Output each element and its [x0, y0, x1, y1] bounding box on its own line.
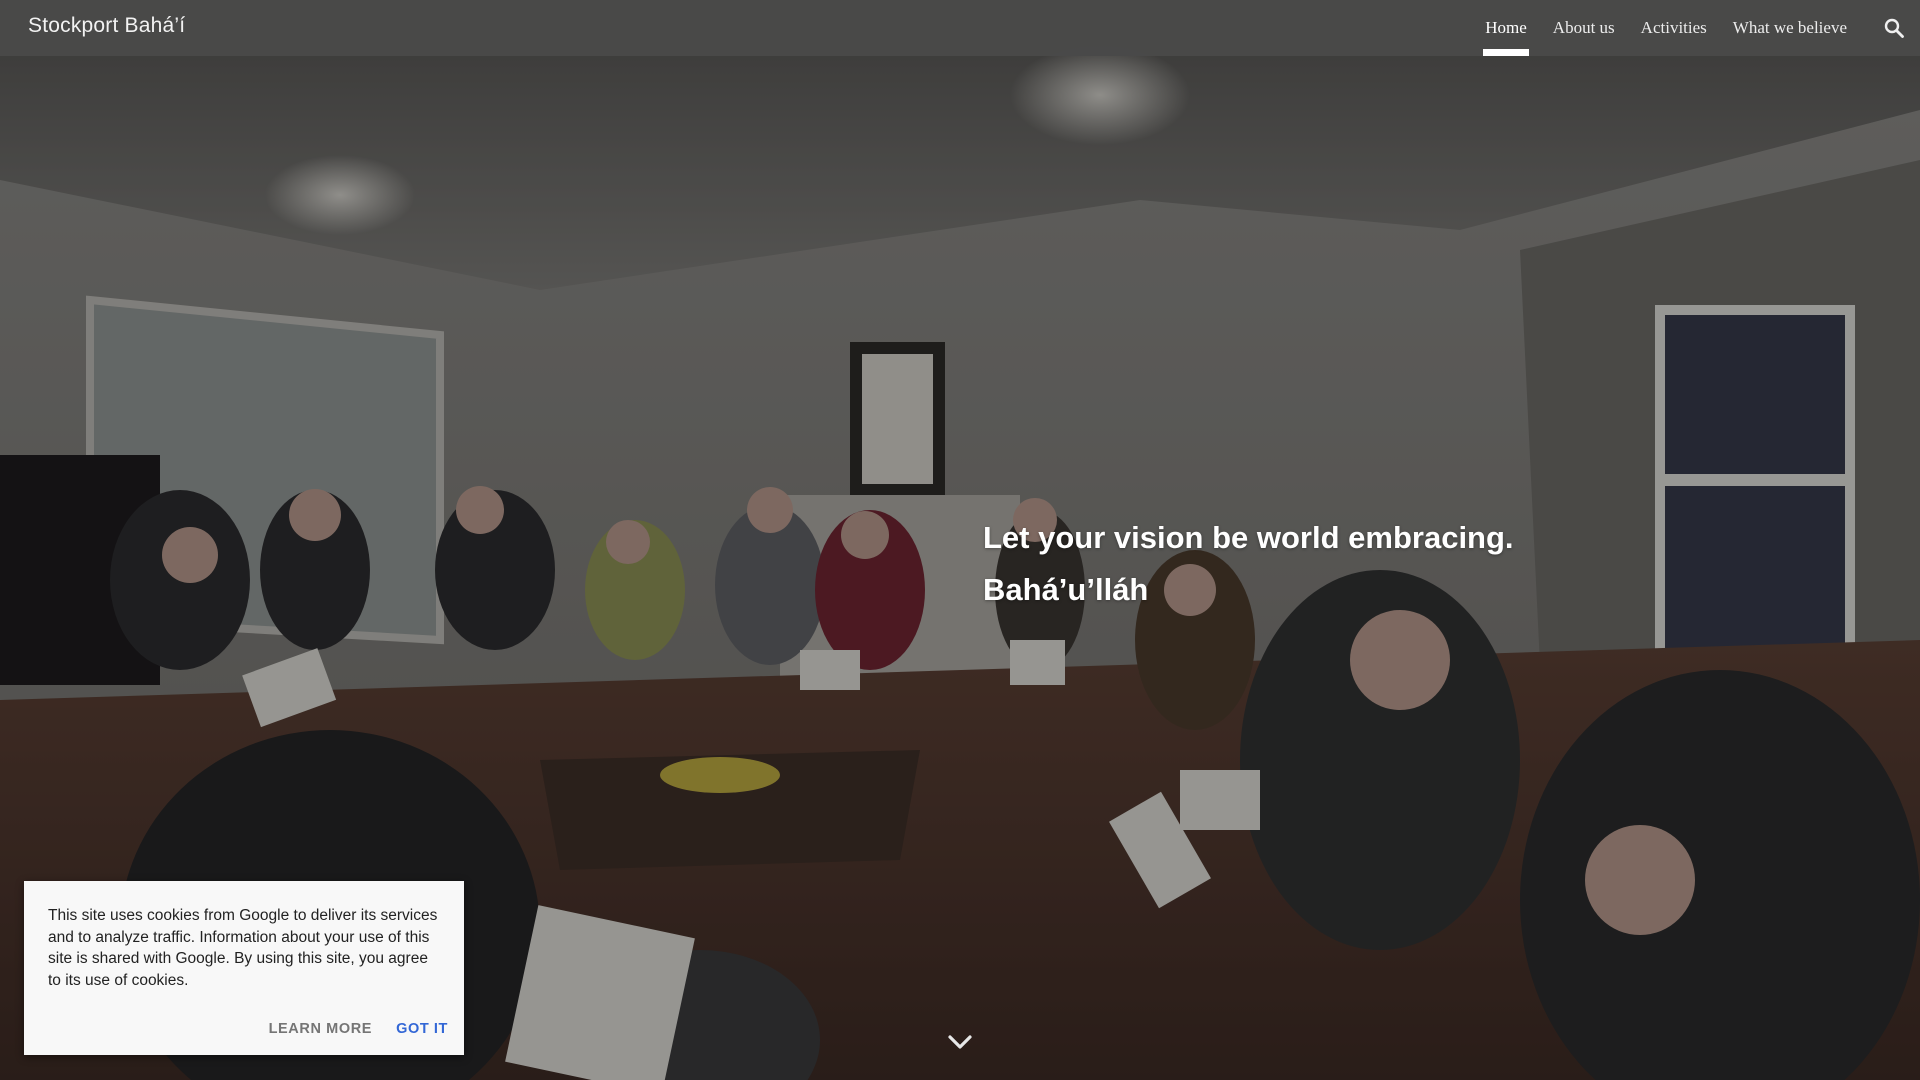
nav-item-what-we-believe[interactable]: What we believe: [1720, 0, 1860, 56]
nav-item-about-us[interactable]: About us: [1540, 0, 1628, 56]
hero-quote: Let your vision be world embracing. Bahá…: [983, 512, 1514, 616]
cookie-message: This site uses cookies from Google to de…: [48, 907, 438, 989]
cookie-actions: LEARN MORE GOT IT: [269, 1017, 448, 1041]
site-title[interactable]: Stockport Bahá’í: [28, 14, 185, 38]
quote-attribution: Bahá’u’lláh: [983, 572, 1149, 607]
chevron-down-icon[interactable]: [946, 1030, 974, 1054]
search-icon[interactable]: [1882, 16, 1906, 40]
learn-more-button[interactable]: LEARN MORE: [269, 1017, 372, 1041]
cookie-consent-banner: This site uses cookies from Google to de…: [24, 881, 464, 1055]
nav-item-activities[interactable]: Activities: [1628, 0, 1720, 56]
top-navigation-bar: Stockport Bahá’í Home About us Activitie…: [0, 0, 1920, 56]
quote-text: Let your vision be world embracing.: [983, 520, 1514, 555]
got-it-button[interactable]: GOT IT: [396, 1017, 448, 1041]
main-nav: Home About us Activities What we believe: [1472, 0, 1860, 56]
nav-item-home[interactable]: Home: [1472, 0, 1540, 56]
